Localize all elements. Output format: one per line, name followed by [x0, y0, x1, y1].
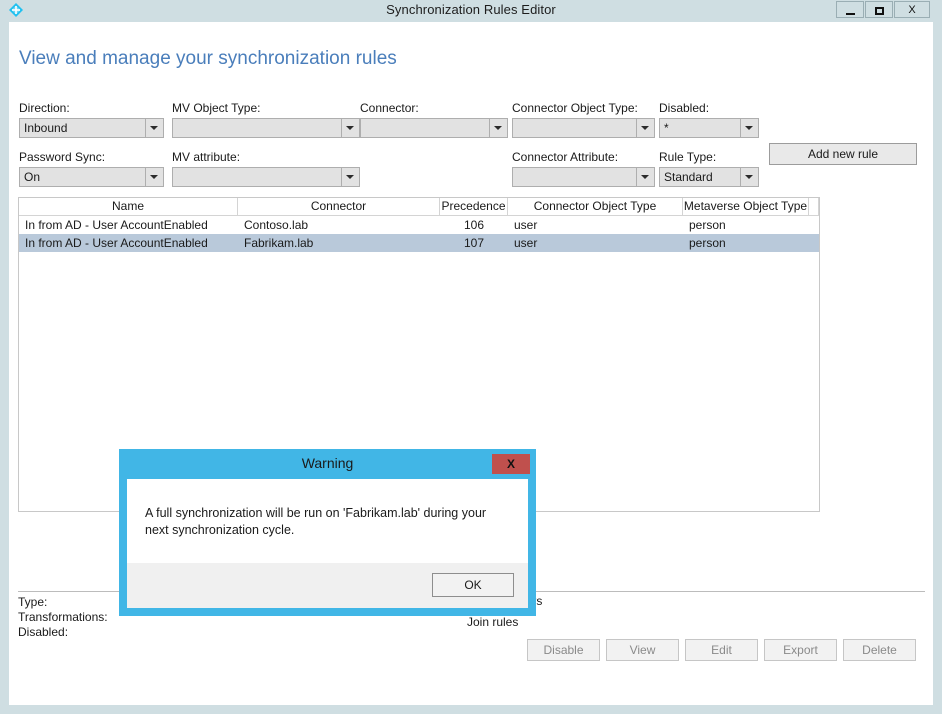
- cell-metaverse-object-type: person: [689, 218, 726, 232]
- cell-precedence: 107: [463, 236, 485, 250]
- connector-object-type-label: Connector Object Type:: [512, 101, 638, 115]
- cell-connector-object-type: user: [514, 218, 538, 232]
- dialog-close-button[interactable]: X: [492, 454, 530, 474]
- connector-label: Connector:: [360, 101, 419, 115]
- minimize-button[interactable]: [836, 1, 864, 18]
- connector-dropdown[interactable]: [360, 118, 508, 138]
- mv-attribute-label: MV attribute:: [172, 150, 241, 164]
- rule-type-label: Rule Type:: [659, 150, 717, 164]
- chevron-down-icon[interactable]: [489, 119, 507, 137]
- ok-button[interactable]: OK: [432, 573, 514, 597]
- edit-button[interactable]: Edit: [685, 639, 758, 661]
- export-button[interactable]: Export: [764, 639, 837, 661]
- page-title: View and manage your synchronization rul…: [19, 48, 397, 69]
- delete-button[interactable]: Delete: [843, 639, 916, 661]
- disabled-value: *: [664, 121, 669, 135]
- close-button[interactable]: X: [894, 1, 930, 18]
- window-title: Synchronization Rules Editor: [386, 2, 556, 17]
- chevron-down-icon[interactable]: [740, 168, 758, 186]
- connector-object-type-dropdown[interactable]: [512, 118, 655, 138]
- direction-value: Inbound: [24, 121, 68, 135]
- password-sync-dropdown[interactable]: On: [19, 167, 164, 187]
- chevron-down-icon[interactable]: [145, 119, 163, 137]
- column-header-name[interactable]: Name: [19, 198, 238, 215]
- client-area: View and manage your synchronization rul…: [9, 22, 933, 705]
- password-sync-value: On: [24, 170, 41, 184]
- disabled-filter-label: Disabled:: [659, 101, 710, 115]
- column-header-connector-object-type[interactable]: Connector Object Type: [508, 198, 683, 215]
- dialog-body: A full synchronization will be run on 'F…: [127, 479, 528, 563]
- warning-dialog: Warning X A full synchronization will be…: [119, 449, 536, 616]
- detail-disabled-label: Disabled:: [18, 625, 69, 639]
- detail-transformations-label: Transformations:: [18, 610, 108, 624]
- password-sync-label: Password Sync:: [19, 150, 106, 164]
- direction-label: Direction:: [19, 101, 70, 115]
- sync-rules-editor-window: Synchronization Rules Editor X View and …: [0, 0, 942, 714]
- column-header-filler: [809, 198, 819, 215]
- minimize-icon: [845, 13, 855, 15]
- chevron-down-icon[interactable]: [341, 168, 359, 186]
- window-titlebar: Synchronization Rules Editor X: [0, 0, 942, 20]
- cell-connector-object-type: user: [514, 236, 538, 250]
- mv-attribute-dropdown[interactable]: [172, 167, 360, 187]
- maximize-button[interactable]: [865, 1, 893, 18]
- cell-metaverse-object-type: person: [689, 236, 726, 250]
- chevron-down-icon[interactable]: [145, 168, 163, 186]
- detail-type-label: Type:: [18, 595, 48, 609]
- cell-name: In from AD - User AccountEnabled: [25, 218, 208, 232]
- chevron-down-icon[interactable]: [341, 119, 359, 137]
- chevron-down-icon[interactable]: [740, 119, 758, 137]
- column-header-precedence[interactable]: Precedence: [440, 198, 508, 215]
- direction-dropdown[interactable]: Inbound: [19, 118, 164, 138]
- grid-header-row: Name Connector Precedence Connector Obje…: [19, 198, 819, 216]
- detail-join-rules-label: Join rules: [467, 615, 519, 629]
- rule-type-dropdown[interactable]: Standard: [659, 167, 759, 187]
- mv-object-type-dropdown[interactable]: [172, 118, 360, 138]
- maximize-icon: [874, 7, 884, 15]
- mv-object-type-label: MV Object Type:: [172, 101, 261, 115]
- view-button[interactable]: View: [606, 639, 679, 661]
- disabled-dropdown[interactable]: *: [659, 118, 759, 138]
- dialog-title: Warning: [301, 455, 354, 471]
- chevron-down-icon[interactable]: [636, 119, 654, 137]
- connector-attribute-label: Connector Attribute:: [512, 150, 619, 164]
- disable-button[interactable]: Disable: [527, 639, 600, 661]
- table-row[interactable]: In from AD - User AccountEnabled Contoso…: [19, 216, 819, 234]
- dialog-message: A full synchronization will be run on 'F…: [145, 506, 487, 537]
- cell-connector: Fabrikam.lab: [244, 236, 314, 250]
- cell-precedence: 106: [463, 218, 485, 232]
- rule-type-value: Standard: [664, 170, 713, 184]
- dialog-footer: OK: [127, 563, 528, 608]
- add-new-rule-button[interactable]: Add new rule: [769, 143, 917, 165]
- column-header-metaverse-object-type[interactable]: Metaverse Object Type: [683, 198, 809, 215]
- column-header-connector[interactable]: Connector: [238, 198, 440, 215]
- cell-name: In from AD - User AccountEnabled: [25, 236, 208, 250]
- cell-connector: Contoso.lab: [244, 218, 309, 232]
- connector-attribute-dropdown[interactable]: [512, 167, 655, 187]
- chevron-down-icon[interactable]: [636, 168, 654, 186]
- table-row[interactable]: In from AD - User AccountEnabled Fabrika…: [19, 234, 819, 252]
